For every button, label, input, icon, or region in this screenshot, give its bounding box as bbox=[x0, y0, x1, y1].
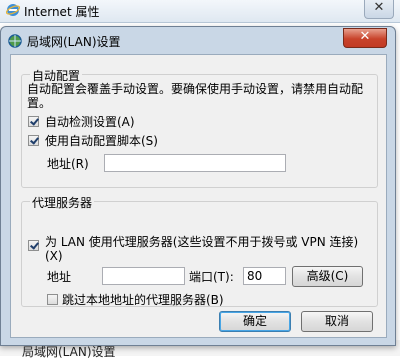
use-proxy-label[interactable]: 为 LAN 使用代理服务器(这些设置不用于拨号或 VPN 连接) bbox=[45, 235, 375, 249]
dialog-client-area: 自动配置 自动配置会覆盖手动设置。要确保使用手动设置，请禁用自动配置。 自动检测… bbox=[10, 54, 387, 338]
lan-settings-dialog: 局域网(LAN)设置 ✕ 自动配置 自动配置会覆盖手动设置。要确保使用手动设置，… bbox=[0, 26, 396, 346]
auto-script-label[interactable]: 使用自动配置脚本(S) bbox=[45, 134, 158, 148]
proxy-port-label: 端口(T): bbox=[189, 270, 234, 284]
close-button[interactable]: ✕ bbox=[343, 28, 387, 48]
outer-titlebar: Internet 属性 ✕ bbox=[0, 0, 400, 23]
proxy-group: 代理服务器 bbox=[21, 194, 378, 307]
proxy-legend: 代理服务器 bbox=[30, 194, 95, 211]
outer-close-button[interactable]: ✕ bbox=[364, 0, 394, 19]
use-proxy-checkbox[interactable] bbox=[28, 240, 39, 251]
cancel-button[interactable]: 取消 bbox=[301, 311, 373, 333]
bypass-local-checkbox[interactable] bbox=[47, 294, 58, 305]
internet-explorer-icon bbox=[6, 4, 20, 16]
auto-config-description: 自动配置会覆盖手动设置。要确保使用手动设置，请禁用自动配置。 bbox=[27, 82, 364, 110]
ok-button[interactable]: 确定 bbox=[219, 311, 291, 333]
outer-window-title: Internet 属性 bbox=[24, 5, 100, 19]
use-proxy-label-accelerator[interactable]: (X) bbox=[45, 249, 63, 263]
auto-detect-checkbox[interactable] bbox=[28, 116, 39, 127]
dialog-titlebar[interactable]: 局域网(LAN)设置 ✕ bbox=[1, 27, 395, 53]
bypass-local-label[interactable]: 跳过本地地址的代理服务器(B) bbox=[62, 293, 224, 307]
advanced-button[interactable]: 高级(C) bbox=[292, 266, 363, 287]
auto-detect-label[interactable]: 自动检测设置(A) bbox=[45, 115, 135, 129]
network-globe-icon bbox=[8, 34, 22, 48]
dialog-title: 局域网(LAN)设置 bbox=[27, 35, 121, 49]
script-address-label: 地址(R) bbox=[47, 157, 89, 171]
proxy-address-input[interactable] bbox=[102, 267, 185, 285]
auto-script-checkbox[interactable] bbox=[28, 135, 39, 146]
proxy-port-input[interactable] bbox=[243, 267, 286, 285]
proxy-address-label: 地址 bbox=[47, 270, 72, 284]
script-address-input[interactable] bbox=[104, 154, 286, 172]
